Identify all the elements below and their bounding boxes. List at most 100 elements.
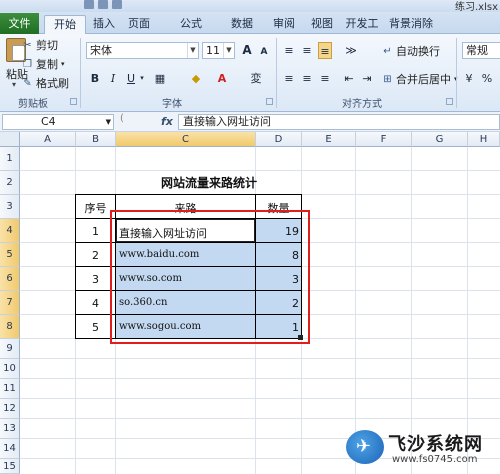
column-header-a[interactable]: A [20, 132, 76, 147]
copy-label: 复制 [36, 58, 58, 71]
row-header-7[interactable]: 7 [0, 291, 20, 315]
watermark-title: 飞沙系统网 [388, 434, 483, 455]
merge-center-button[interactable]: ⊞ 合并后居中 ▾ [382, 72, 457, 86]
decrease-indent-icon[interactable]: ⇤ [342, 70, 356, 87]
gridline [411, 147, 412, 474]
align-center-icon[interactable]: ≡ [300, 70, 314, 87]
column-header-c[interactable]: C [116, 132, 256, 147]
column-header-d[interactable]: D [256, 132, 302, 147]
tab-developer[interactable]: 背景消除 [386, 15, 436, 34]
row-header-14[interactable]: 14 [0, 439, 20, 459]
number-format-value: 常规 [466, 44, 488, 57]
sheet-title: 网站流量来路统计 [160, 176, 257, 190]
grow-font-button[interactable]: A [240, 42, 254, 59]
align-right-icon[interactable]: ≡ [318, 70, 332, 87]
row-header-2[interactable]: 2 [0, 171, 20, 195]
column-header-b[interactable]: B [76, 132, 116, 147]
row-header-11[interactable]: 11 [0, 379, 20, 399]
merge-icon: ⊞ [383, 73, 392, 85]
row-header-13[interactable]: 13 [0, 419, 20, 439]
bold-button[interactable]: B [88, 70, 102, 87]
column-header-f[interactable]: F [356, 132, 412, 147]
column-header-g[interactable]: G [412, 132, 468, 147]
font-name-select[interactable]: 宋体 ▼ [86, 42, 199, 59]
tab-file[interactable]: 文件 [0, 13, 39, 34]
formula-bar-grip[interactable]: ( [120, 113, 124, 124]
row-header-10[interactable]: 10 [0, 359, 20, 379]
name-box[interactable]: C4 ▼ [2, 114, 114, 130]
group-label-font: 字体 [162, 99, 182, 110]
quick-access-toolbar [84, 0, 136, 10]
chevron-down-icon[interactable]: ▾ [138, 70, 146, 87]
redo-icon[interactable] [112, 0, 122, 9]
row-header-8[interactable]: 8 [0, 315, 20, 339]
formula-input[interactable]: 直接输入网址访问 [178, 114, 500, 130]
clipboard-launcher-icon[interactable] [70, 98, 77, 105]
tab-data[interactable]: 审阅 [264, 15, 304, 34]
underline-button[interactable]: U [124, 70, 138, 87]
select-all-corner[interactable] [0, 132, 20, 147]
tab-home[interactable]: 开始 [44, 15, 86, 34]
save-icon[interactable] [84, 0, 94, 9]
column-header-e[interactable]: E [302, 132, 356, 147]
tab-formulas[interactable]: 数据 [222, 15, 262, 34]
font-launcher-icon[interactable] [266, 98, 273, 105]
excel-window: 练习.xlsx 文件 开始 插入 页面布局 公式 数据 审阅 视图 开发工具 背… [0, 0, 500, 474]
name-box-value: C4 [41, 115, 56, 128]
italic-button[interactable]: I [106, 70, 120, 87]
format-painter-button[interactable]: ✎ 格式刷 [22, 76, 69, 90]
row-header-1[interactable]: 1 [0, 147, 20, 171]
row-header-15[interactable]: 15 [0, 459, 20, 474]
tab-review[interactable]: 视图 [302, 15, 342, 34]
gridline [467, 147, 468, 474]
increase-indent-icon[interactable]: ⇥ [360, 70, 374, 87]
border-icon[interactable]: ▦ [152, 70, 168, 87]
row-header-5[interactable]: 5 [0, 243, 20, 267]
tab-insert-2[interactable]: 页面布局 [124, 15, 154, 48]
copy-button[interactable]: ❐ 复制 ▾ [22, 57, 65, 71]
brush-icon: ✎ [23, 77, 32, 89]
align-top-icon[interactable]: ≡ [282, 42, 296, 59]
fill-color-icon[interactable]: ◆ [188, 70, 204, 87]
percent-icon[interactable]: % [480, 70, 494, 87]
formula-value: 直接输入网址访问 [183, 115, 271, 128]
wrap-text-label: 自动换行 [396, 45, 440, 58]
watermark-url: www.fs0745.com [392, 454, 478, 465]
row-header-4[interactable]: 4 [0, 219, 20, 243]
number-format-select[interactable]: 常规 [462, 42, 500, 59]
phonetic-icon[interactable]: 変 [248, 70, 264, 87]
undo-icon[interactable] [98, 0, 108, 9]
font-color-icon[interactable]: A [215, 70, 229, 87]
cut-button[interactable]: ✂ 剪切 [22, 38, 58, 52]
copy-dropdown-icon[interactable]: ▾ [61, 60, 65, 68]
tab-view[interactable]: 开发工具 [342, 15, 382, 48]
formula-bar: C4 ▼ ( fx 直接输入网址访问 [0, 112, 500, 132]
alignment-launcher-icon[interactable] [446, 98, 453, 105]
row-header-12[interactable]: 12 [0, 399, 20, 419]
font-size-select[interactable]: 11 ▼ [202, 42, 235, 59]
column-header-h[interactable]: H [468, 132, 500, 147]
row-header-9[interactable]: 9 [0, 339, 20, 359]
chevron-down-icon[interactable]: ▼ [106, 115, 111, 129]
gridline [355, 147, 356, 474]
ribbon-tabs: 文件 开始 插入 页面布局 公式 数据 审阅 视图 开发工具 背景消除 [0, 12, 500, 48]
plane-logo-icon [346, 430, 384, 464]
title-bar: 练习.xlsx [0, 0, 500, 13]
orientation-icon[interactable]: ≫ [342, 42, 360, 59]
align-middle-icon[interactable]: ≡ [300, 42, 314, 59]
tab-insert[interactable]: 插入 [86, 15, 122, 34]
align-left-icon[interactable]: ≡ [282, 70, 296, 87]
font-name-value: 宋体 [90, 44, 112, 57]
align-bottom-icon[interactable]: ≡ [318, 42, 332, 59]
copy-icon: ❐ [23, 58, 32, 70]
wrap-text-button[interactable]: ↵ 自动换行 [382, 44, 440, 58]
tab-page-layout[interactable]: 公式 [160, 15, 222, 34]
worksheet-grid[interactable]: A B C D E F G H 1 2 3 4 5 6 7 8 9 10 11 … [0, 132, 500, 474]
row-header-3[interactable]: 3 [0, 195, 20, 219]
insert-function-button[interactable]: fx [161, 115, 173, 128]
merge-center-label: 合并后居中 [396, 73, 451, 86]
row-header-6[interactable]: 6 [0, 267, 20, 291]
paste-dropdown-icon[interactable]: ▾ [12, 80, 16, 89]
currency-icon[interactable]: ¥ [462, 70, 476, 87]
shrink-font-button[interactable]: A [258, 44, 270, 61]
